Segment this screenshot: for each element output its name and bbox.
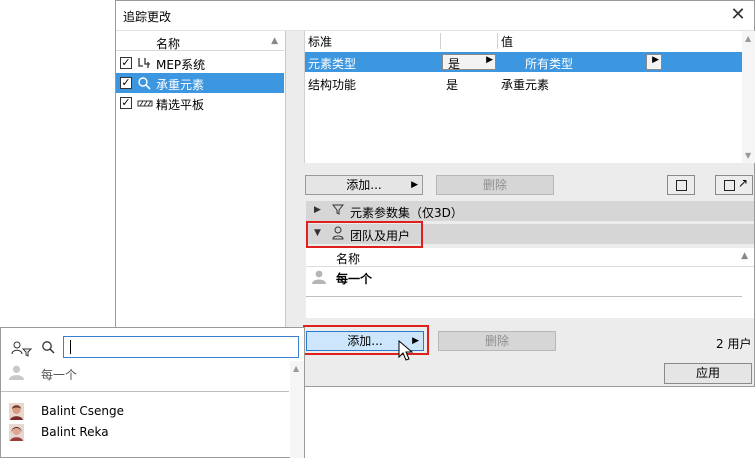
users-table: 名称 ▲ 每一个 (306, 248, 754, 318)
operator-value: 是 (448, 57, 461, 71)
sort-up-icon: ▲ (271, 36, 278, 46)
chevron-right-icon: ▶ (652, 55, 659, 65)
user-name: Balint Csenge (41, 404, 124, 418)
expand-arrow-icon: ▶ (314, 205, 321, 215)
list-item-label: MEP系统 (156, 58, 206, 72)
frame-refresh-icon (724, 180, 735, 191)
user-filter-icon[interactable] (11, 341, 33, 361)
criteria-value: 承重元素 (501, 78, 550, 92)
list-item-user[interactable]: Balint Reka (1, 422, 289, 442)
mouse-cursor-icon (398, 339, 414, 362)
title-bar: 追踪更改 ✕ (116, 1, 754, 31)
list-item-label: 承重元素 (156, 78, 205, 92)
checkbox[interactable]: ✓ (120, 97, 132, 109)
add-label: 添加... (346, 178, 382, 192)
user-name[interactable]: 每一个 (336, 270, 372, 287)
structural-icon (137, 76, 153, 90)
list-header-label: 名称 (156, 37, 181, 51)
avatar (9, 403, 24, 420)
filter-icon (331, 203, 345, 218)
list-item-structural[interactable]: ✓ 承重元素 (116, 73, 284, 93)
column-header-standard: 标准 (308, 35, 333, 49)
list-item-label: 精选平板 (156, 98, 205, 112)
checkbox[interactable]: ✓ (120, 57, 132, 69)
delete-criteria-button[interactable]: 删除 (436, 175, 554, 195)
frame-icon (676, 180, 687, 191)
avatar (9, 424, 24, 441)
user-name: Balint Reka (41, 425, 109, 439)
list-item-user[interactable]: Balint Csenge (1, 401, 289, 421)
user-picker-popup: 每一个 Balint Csenge Balint Reka ▲ (0, 327, 305, 458)
checkbox[interactable]: ✓ (120, 77, 132, 89)
close-icon[interactable]: ✕ (728, 5, 748, 25)
search-input[interactable] (63, 336, 299, 358)
section-title: 元素参数集（仅3D） (350, 206, 463, 220)
column-header-name: 名称 (336, 252, 361, 266)
user-name: 每一个 (41, 368, 78, 382)
list-item-mep[interactable]: ✓ MEP系统 (116, 53, 284, 73)
select-refresh-button[interactable]: ↗ (715, 175, 753, 195)
list-header[interactable]: 名称 ▲ (116, 33, 284, 51)
list-item-everyone[interactable]: 每一个 (1, 363, 289, 383)
operator-dropdown[interactable]: 是 ▶ (442, 54, 496, 71)
column-header-value: 值 (501, 35, 514, 49)
divider (1, 391, 289, 392)
column-separator (440, 33, 441, 49)
operator-value: 是 (446, 78, 459, 92)
delete-user-button[interactable]: 删除 (438, 331, 556, 351)
mep-icon (137, 56, 153, 70)
divider (306, 266, 754, 267)
vertical-scrollbar[interactable]: ▲ (290, 361, 304, 458)
scroll-up-icon[interactable]: ▲ (293, 364, 299, 373)
chevron-right-icon: ▶ (411, 180, 418, 190)
delete-label: 删除 (484, 334, 509, 348)
list-item-slab[interactable]: ✓ 精选平板 (116, 93, 284, 113)
user-group-icon (312, 270, 326, 284)
delete-label: 删除 (482, 178, 507, 192)
add-criteria-button[interactable]: 添加... ▶ (305, 175, 423, 195)
value-dropdown[interactable]: ▶ (646, 54, 662, 70)
criteria-standard: 结构功能 (308, 78, 357, 92)
window-title: 追踪更改 (123, 10, 172, 24)
column-separator (497, 33, 498, 49)
criteria-value: 所有类型 (525, 57, 574, 71)
vertical-scrollbar[interactable]: ▲ ▼ (742, 31, 755, 163)
criteria-standard: 元素类型 (308, 57, 357, 71)
select-all-button[interactable] (667, 175, 695, 195)
criteria-table: 标准 值 元素类型 是 ▶ 所有类型 ▶ 结构功能 是 承重元素 ▲ ▼ (304, 31, 755, 163)
scroll-down-icon[interactable]: ▼ (745, 151, 751, 160)
element-params-section[interactable]: ▶ 元素参数集（仅3D） (306, 201, 754, 221)
apply-button[interactable]: 应用 (664, 363, 752, 384)
criteria-row[interactable]: 结构功能 是 承重元素 (305, 73, 743, 93)
user-count: 2 用户 (716, 337, 752, 351)
user-group-icon (9, 365, 24, 382)
divider (306, 296, 742, 297)
criteria-row[interactable]: 元素类型 是 ▶ 所有类型 ▶ (305, 52, 743, 72)
refresh-arrow-icon: ↗ (738, 176, 749, 190)
sort-up-icon: ▲ (741, 251, 748, 261)
highlight-box (306, 221, 423, 248)
scroll-up-icon[interactable]: ▲ (745, 34, 751, 43)
chevron-right-icon: ▶ (486, 55, 493, 65)
slab-icon (137, 96, 153, 110)
search-icon (41, 340, 55, 358)
text-caret (70, 340, 71, 354)
